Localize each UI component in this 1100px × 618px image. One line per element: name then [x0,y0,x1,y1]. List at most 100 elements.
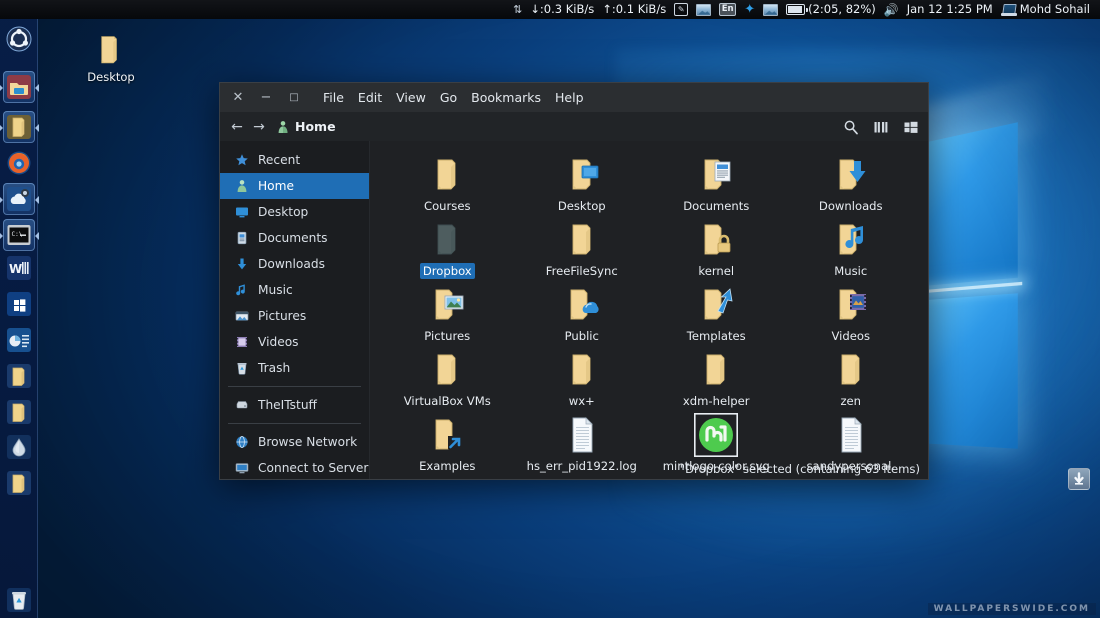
file-item-label: Documents [680,198,752,214]
sidebar-item-music[interactable]: Music [220,277,369,303]
dock-item-file-manager[interactable] [3,71,35,103]
file-item[interactable]: Music [784,218,919,279]
battery-indicator[interactable]: (2:05, 82%) [782,0,880,19]
file-item-label: Downloads [816,198,886,214]
breadcrumb-label: Home [295,119,336,134]
file-item[interactable]: xdm-helper [649,348,784,409]
file-item[interactable]: Templates [649,283,784,344]
file-item-label: FreeFileSync [543,263,621,279]
dock-item-folder-3[interactable] [3,396,35,428]
dock-item-powerpoint[interactable] [3,324,35,356]
file-item[interactable]: hs_err_pid1922.log [515,413,650,474]
file-item-label: VirtualBox VMs [401,393,494,409]
menu-file[interactable]: File [316,88,351,108]
sidebar-item-label: Downloads [258,257,325,271]
folder-pictures-icon [425,283,469,327]
menu-bookmarks[interactable]: Bookmarks [464,88,548,108]
sidebar-item-label: Desktop [258,205,308,219]
clock-label: Jan 12 1:25 PM [907,4,993,16]
dock-item-folder-2[interactable] [3,360,35,392]
sidebar-item-recent[interactable]: Recent [220,147,369,173]
dock-item-dropbox[interactable] [3,183,35,215]
sidebar-item-documents[interactable]: Documents [220,225,369,251]
upload-rate-indicator[interactable]: ↑:0.1 KiB/s [598,0,670,19]
sidebar-item-connect-to-server[interactable]: Connect to Server [220,455,369,481]
folder-desktop-icon [560,153,604,197]
file-item[interactable]: Public [515,283,650,344]
folder-public-icon [560,283,604,327]
back-button[interactable]: ← [226,116,248,138]
maximize-button[interactable]: □ [280,85,308,111]
sidebar-item-trash[interactable]: Trash [220,355,369,381]
file-item[interactable]: Courses [380,153,515,214]
breadcrumb[interactable]: Home [276,119,336,134]
menu-edit[interactable]: Edit [351,88,389,108]
folder-plain-icon [829,348,873,392]
download-rate-indicator[interactable]: ↓:0.3 KiB/s [526,0,598,19]
network-updown-icon[interactable]: ⇅ [509,0,526,19]
dock-item-folder-1[interactable] [3,111,35,143]
top-panel: ⇅ ↓:0.3 KiB/s ↑:0.1 KiB/s ✎ En ✦ (2:05, … [0,0,1100,19]
file-item[interactable]: zen [784,348,919,409]
file-item[interactable]: Dropbox [380,218,515,279]
dock-item-water-drop[interactable] [3,431,35,463]
dock-item-windows-store[interactable] [3,288,35,320]
screenshot-icon[interactable] [692,0,715,19]
download-arrow-icon[interactable] [1068,468,1090,490]
dock-item-word[interactable]: W [3,252,35,284]
file-item-label: hs_err_pid1922.log [524,458,640,474]
sidebar-item-pictures[interactable]: Pictures [220,303,369,329]
close-button[interactable]: ✕ [224,85,252,111]
split-view-icon[interactable] [872,118,890,136]
menu-help[interactable]: Help [548,88,591,108]
menu-go[interactable]: Go [433,88,464,108]
sidebar-item-theitstuff[interactable]: TheITstuff [220,392,369,418]
file-item-label: xdm-helper [680,393,753,409]
file-item[interactable]: Examples [380,413,515,474]
sidebar-item-home[interactable]: Home [220,173,369,199]
battery-icon [786,4,805,15]
sidebar-item-desktop[interactable]: Desktop [220,199,369,225]
minimize-button[interactable]: − [252,85,280,111]
file-item[interactable]: FreeFileSync [515,218,650,279]
file-item[interactable]: kernel [649,218,784,279]
keyboard-layout-indicator[interactable]: En [715,0,740,19]
file-item[interactable]: Downloads [784,153,919,214]
sidebar-item-videos[interactable]: Videos [220,329,369,355]
bluetooth-icon[interactable]: ✦ [740,0,759,19]
file-item[interactable]: Pictures [380,283,515,344]
file-item-label: Dropbox [420,263,475,279]
water-drop-icon [6,434,32,460]
sidebar-item-downloads[interactable]: Downloads [220,251,369,277]
user-menu[interactable]: Mohd Sohail [997,0,1094,19]
dock-item-terminal[interactable]: C:\ [3,219,35,251]
desktop-folder-icon[interactable]: Desktop [82,32,140,84]
dock-item-menu[interactable] [3,23,35,55]
dock-item-trash[interactable] [3,584,35,616]
dock-item-firefox[interactable] [3,147,35,179]
sidebar-item-label: Browse Network [258,435,357,449]
file-item[interactable]: Documents [649,153,784,214]
file-item[interactable]: Desktop [515,153,650,214]
user-name-label: Mohd Sohail [1020,4,1090,16]
sidebar-item-label: TheITstuff [258,398,317,412]
forward-button[interactable]: → [248,116,270,138]
dock-item-folder-4[interactable] [3,467,35,499]
folder-plain-icon [425,153,469,197]
file-item[interactable]: VirtualBox VMs [380,348,515,409]
volume-icon[interactable]: 🔊 [880,0,903,19]
search-icon[interactable] [842,118,860,136]
menu-view[interactable]: View [389,88,433,108]
file-item[interactable]: Videos [784,283,919,344]
folder-lock-icon [694,218,738,262]
file-grid-area[interactable]: Courses Desktop [370,141,928,479]
display-glyph [763,4,778,16]
file-item[interactable]: wx+ [515,348,650,409]
note-edit-icon[interactable]: ✎ [670,0,692,19]
clock[interactable]: Jan 12 1:25 PM [903,0,997,19]
home-icon [234,179,249,194]
window-titlebar[interactable]: ✕ − □ File Edit View Go Bookmarks Help [220,83,928,112]
sidebar-item-browse-network[interactable]: Browse Network [220,429,369,455]
view-grid-icon[interactable] [902,118,920,136]
display-icon[interactable] [759,0,782,19]
